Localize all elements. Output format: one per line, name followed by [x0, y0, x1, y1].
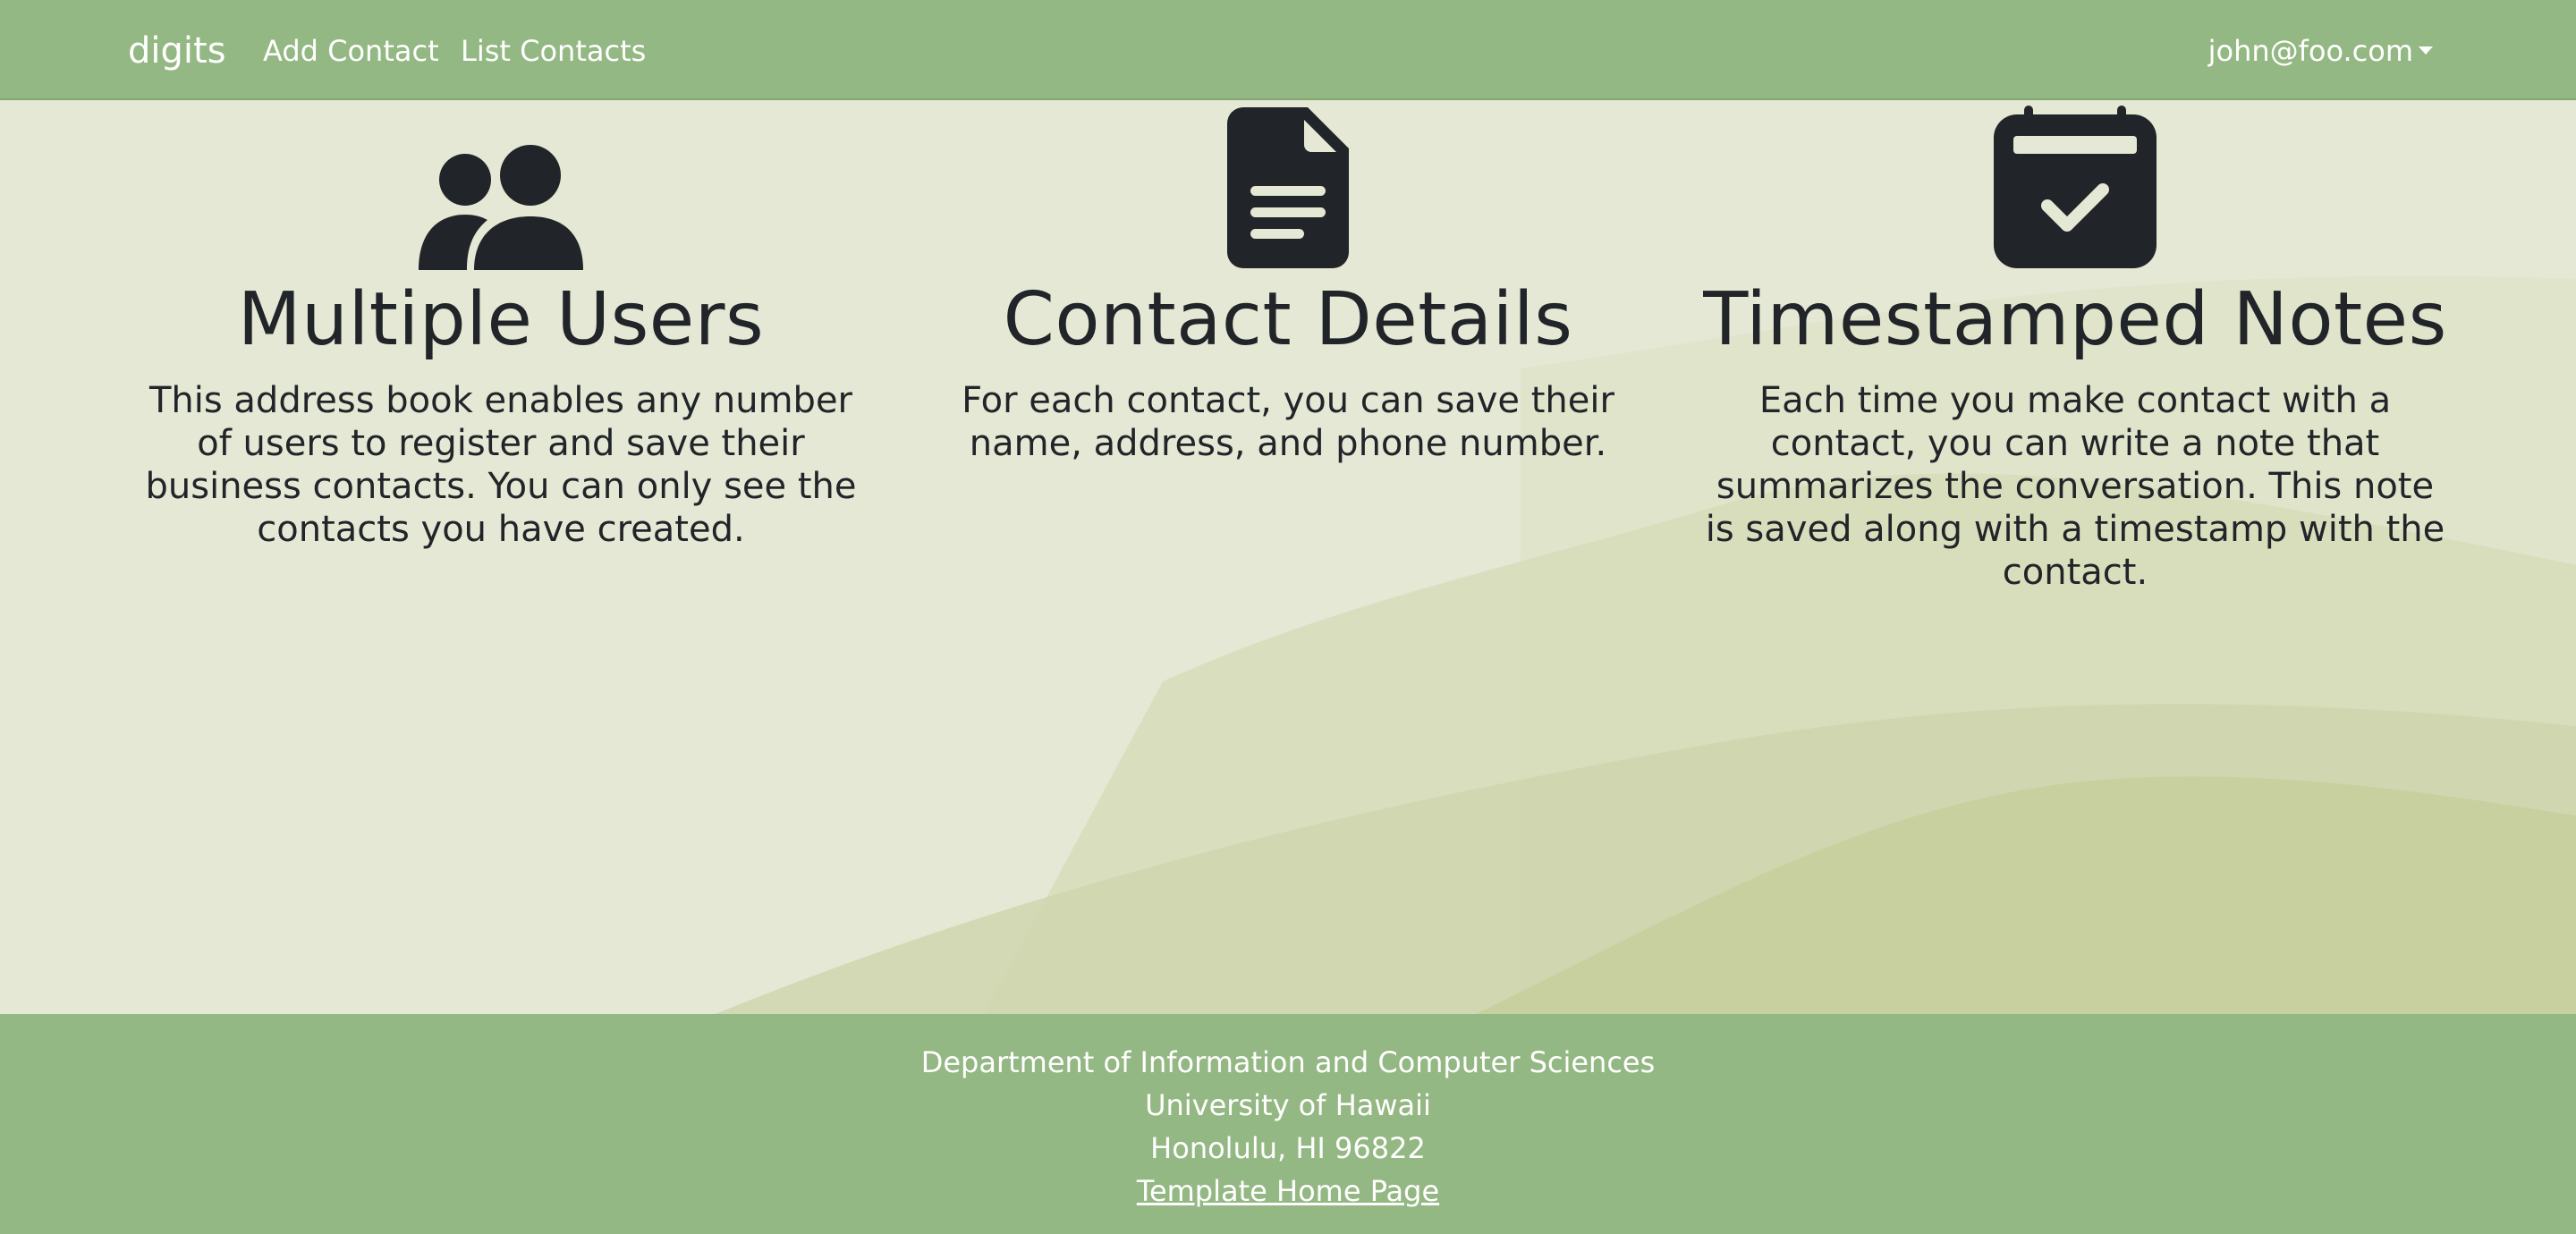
feature-icon-container [1690, 100, 2460, 270]
people-icon [419, 145, 583, 270]
feature-title: Timestamped Notes [1703, 277, 2447, 362]
file-text-icon [1227, 107, 1349, 268]
feature-timestamped-notes: Timestamped Notes Each time you make con… [1690, 100, 2460, 594]
feature-contact-details: Contact Details For each contact, you ca… [903, 100, 1673, 465]
landing-main: Multiple Users This address book enables… [0, 100, 2576, 1014]
footer-department: Department of Information and Computer S… [920, 1045, 1656, 1079]
feature-title: Contact Details [1003, 277, 1573, 362]
template-home-page-link[interactable]: Template Home Page [1137, 1174, 1439, 1208]
feature-multiple-users: Multiple Users This address book enables… [116, 100, 886, 551]
feature-icon-container [903, 100, 1673, 270]
nav-list-contacts-link[interactable]: List Contacts [461, 31, 646, 71]
user-dropdown-toggle[interactable]: john@foo.com [2208, 31, 2433, 71]
page-footer: Department of Information and Computer S… [0, 1014, 2576, 1234]
brand-link[interactable]: digits [128, 27, 226, 75]
feature-icon-container [116, 100, 886, 270]
nav-add-contact-link[interactable]: Add Contact [263, 31, 439, 71]
footer-university: University of Hawaii [1145, 1088, 1431, 1122]
caret-down-icon [2419, 46, 2433, 55]
feature-description: This address book enables any number of … [145, 380, 857, 550]
footer-address: Honolulu, HI 96822 [1150, 1131, 1426, 1165]
feature-description: Each time you make contact with a contac… [1705, 380, 2445, 593]
feature-description: For each contact, you can save their nam… [962, 380, 1614, 464]
calendar-check-icon [1994, 106, 2157, 268]
top-navbar: digits Add Contact List Contacts john@fo… [0, 0, 2576, 100]
user-email-label: john@foo.com [2207, 34, 2413, 68]
feature-title: Multiple Users [237, 277, 765, 362]
